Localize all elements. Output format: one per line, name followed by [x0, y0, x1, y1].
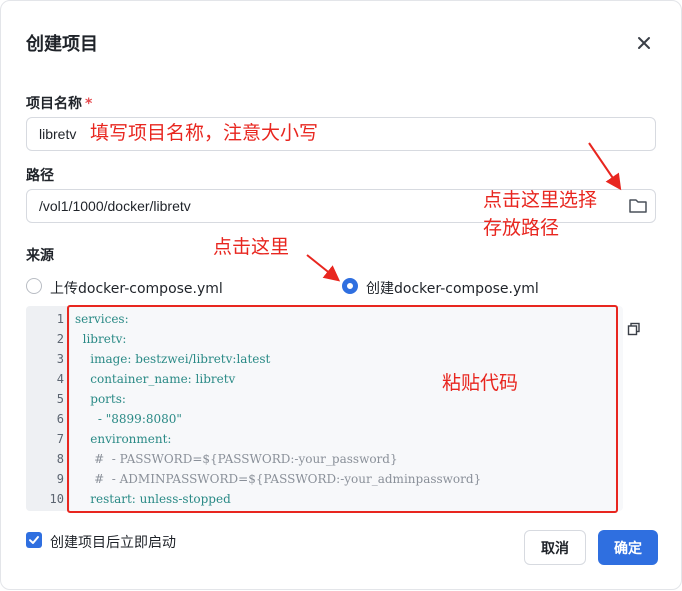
arrow-to-radio-create — [306, 254, 341, 282]
create-project-dialog: 创建项目 项目名称 * libretv 填写项目名称，注意大小写 路径 /vol1… — [0, 0, 682, 590]
annotation-arrows — [306, 142, 622, 282]
auto-start-checkbox[interactable] — [26, 532, 42, 548]
confirm-button[interactable]: 确定 — [598, 530, 658, 565]
checkmark-icon — [29, 536, 39, 544]
cancel-button[interactable]: 取消 — [524, 530, 586, 565]
arrow-to-folder — [588, 142, 622, 191]
auto-start-label[interactable]: 创建项目后立即启动 — [50, 532, 176, 552]
